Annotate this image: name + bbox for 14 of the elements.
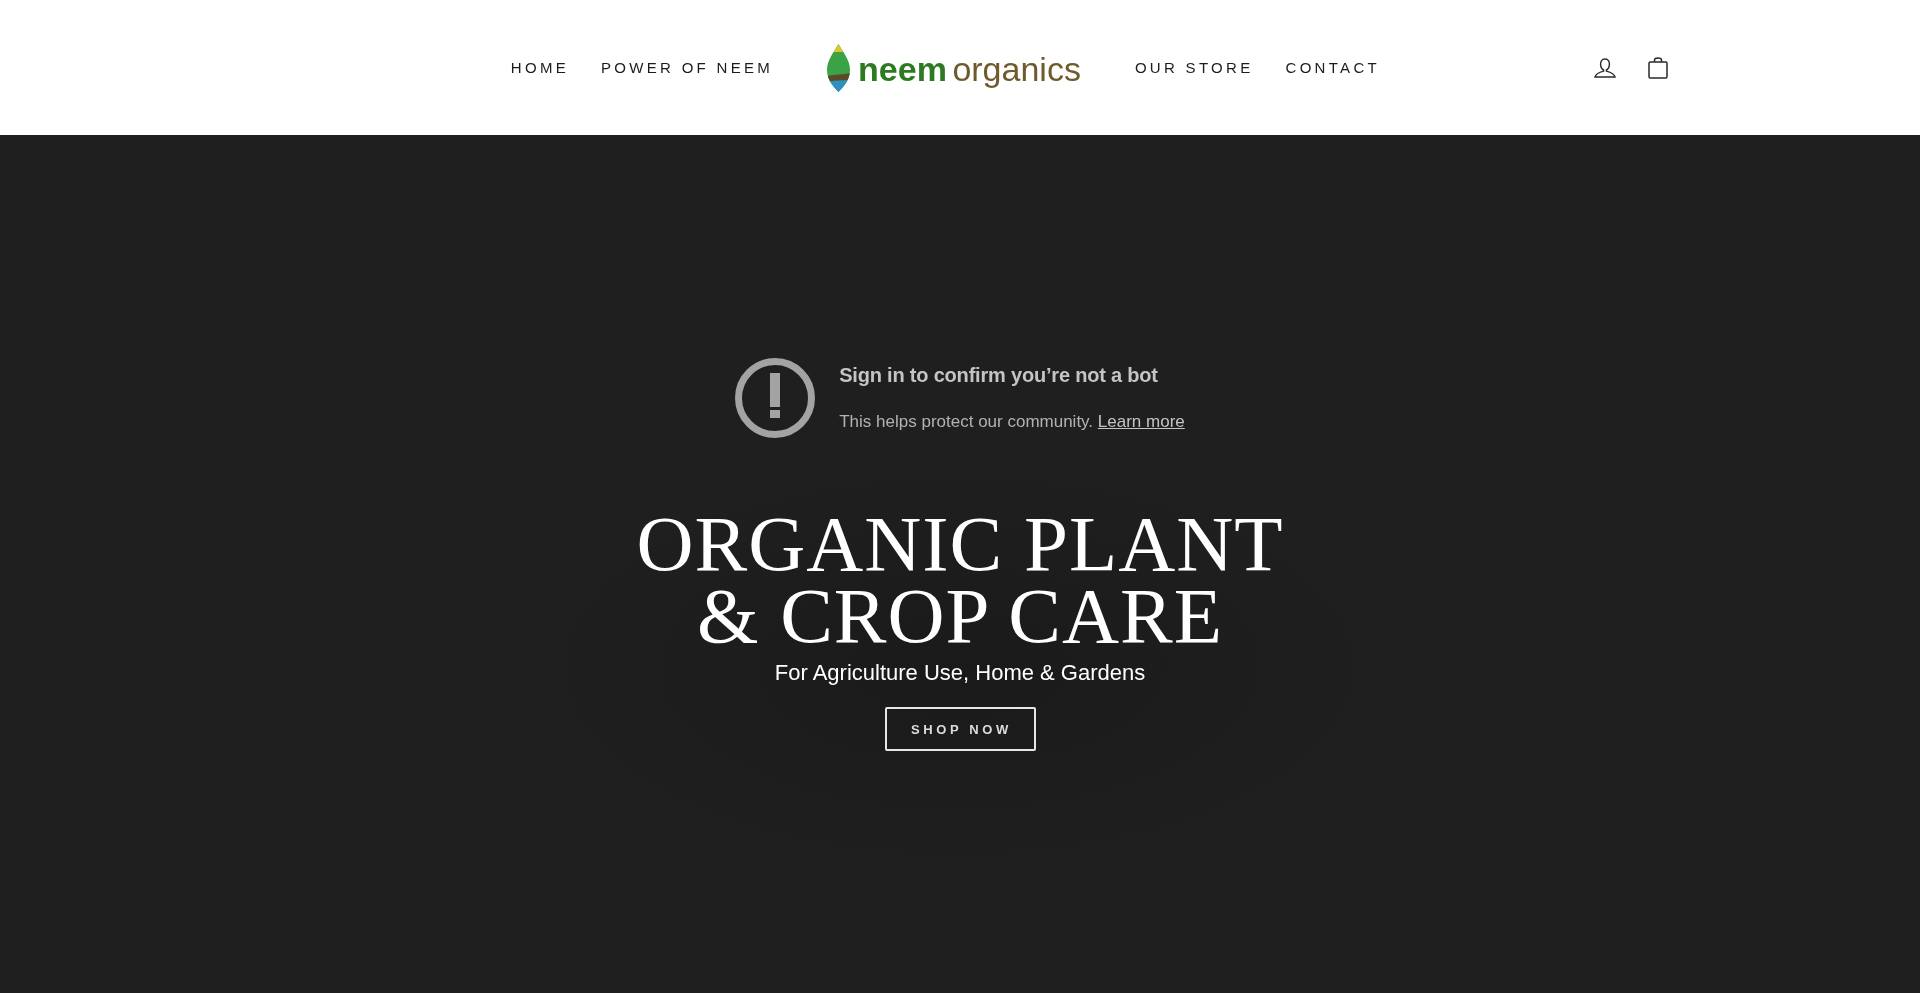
shopping-bag-icon[interactable] [1648, 56, 1668, 79]
hero-subtitle: For Agriculture Use, Home & Gardens [774, 659, 1146, 687]
hero-title: ORGANIC PLANT & CROP CARE [636, 508, 1284, 652]
nav-link[interactable]: POWER OF NEEM [601, 57, 774, 78]
alert-icon [735, 358, 816, 438]
nav-link[interactable]: OUR STORE [1134, 57, 1254, 78]
nav-link[interactable]: CONTACT [1285, 57, 1380, 78]
notice-title: Sign in to confirm you’re not a bot [839, 363, 1159, 388]
logo-text[interactable]: neem organics [858, 48, 1081, 89]
learn-more-link[interactable]: Learn more [1097, 412, 1185, 431]
nav-link[interactable]: HOME [510, 57, 569, 78]
notice-text: This helps protect our community. Learn more [839, 411, 1185, 433]
user-icon[interactable] [1594, 57, 1616, 78]
shop-now-button[interactable]: SHOP NOW [884, 707, 1036, 751]
